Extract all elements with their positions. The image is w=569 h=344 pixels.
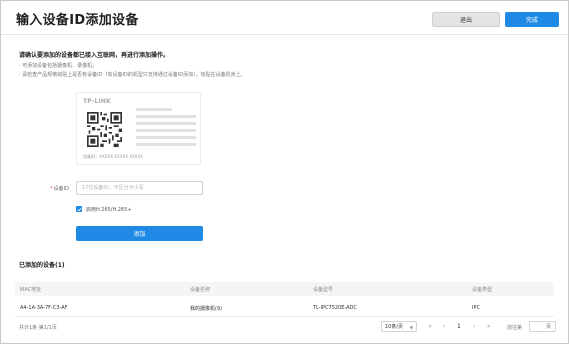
goto-page-suffix: 页: [545, 324, 551, 330]
exit-button[interactable]: 退出: [432, 12, 500, 27]
table-row-divider: [15, 316, 554, 317]
next-page-button[interactable]: ›: [473, 323, 475, 330]
goto-page-input[interactable]: 页: [529, 321, 556, 332]
device-id-label: *设备ID: [50, 185, 69, 192]
page-size-value: 10条/页: [385, 324, 404, 330]
check-icon: [76, 207, 82, 211]
page-number[interactable]: 1: [457, 323, 461, 330]
notice-line: · 可添加设备包括摄像机、录像机。: [19, 63, 98, 69]
device-id-sample: 设备ID：XXXXX XXXXX XXXXX: [83, 154, 143, 159]
chevron-down-icon: ▼: [409, 325, 413, 330]
table-cell-mac: A4-1A-3A-7F-C3-AF: [20, 305, 68, 311]
brand-logo: TP-LINK: [83, 98, 112, 105]
label-text-placeholder: [136, 108, 196, 150]
page-title: 输入设备ID添加设备: [16, 13, 139, 28]
device-label-illustration: TP-LINK 设备ID：XXXXX XXXXX XXXXX: [76, 92, 201, 165]
page-size-select[interactable]: 10条/页 ▼: [381, 321, 417, 332]
h265-checkbox[interactable]: [76, 206, 82, 212]
column-header-name: 设备名称: [190, 287, 211, 293]
notice-title: 请确认要添加的设备都已接入互联网，再进行添加操作。: [19, 52, 170, 59]
h265-checkbox-label[interactable]: 启用H.265/H.265+: [86, 206, 131, 213]
first-page-button[interactable]: «: [428, 323, 432, 330]
add-button[interactable]: 添加: [76, 226, 203, 241]
prev-page-button[interactable]: ‹: [443, 323, 445, 330]
notice-line: · 请检查产品规格铭贴上是否有设备ID（有设备ID的机型只支持通过设备ID添加）…: [19, 72, 246, 78]
column-header-type: 设备类型: [472, 287, 493, 293]
column-header-mac: MAC地址: [20, 287, 42, 293]
device-id-label-text: 设备ID: [53, 186, 69, 192]
column-header-model: 设备型号: [313, 287, 334, 293]
added-devices-title: 已添加的设备(1): [19, 262, 65, 269]
device-id-input[interactable]: [76, 181, 203, 195]
required-mark: *: [50, 186, 53, 192]
goto-page-label: 前往第: [507, 325, 523, 331]
qr-code-icon: [87, 112, 122, 147]
page-header: 输入设备ID添加设备 退出 完成: [1, 1, 568, 35]
table-cell-model: TL-IPC7520E-ADC: [313, 305, 357, 311]
done-button[interactable]: 完成: [505, 12, 559, 27]
table-cell-type: IPC: [472, 305, 480, 311]
pagination-summary: 共计1条 第1/1页: [19, 325, 57, 331]
last-page-button[interactable]: »: [487, 323, 491, 330]
table-cell-name: 我的摄像机(9): [190, 306, 223, 312]
